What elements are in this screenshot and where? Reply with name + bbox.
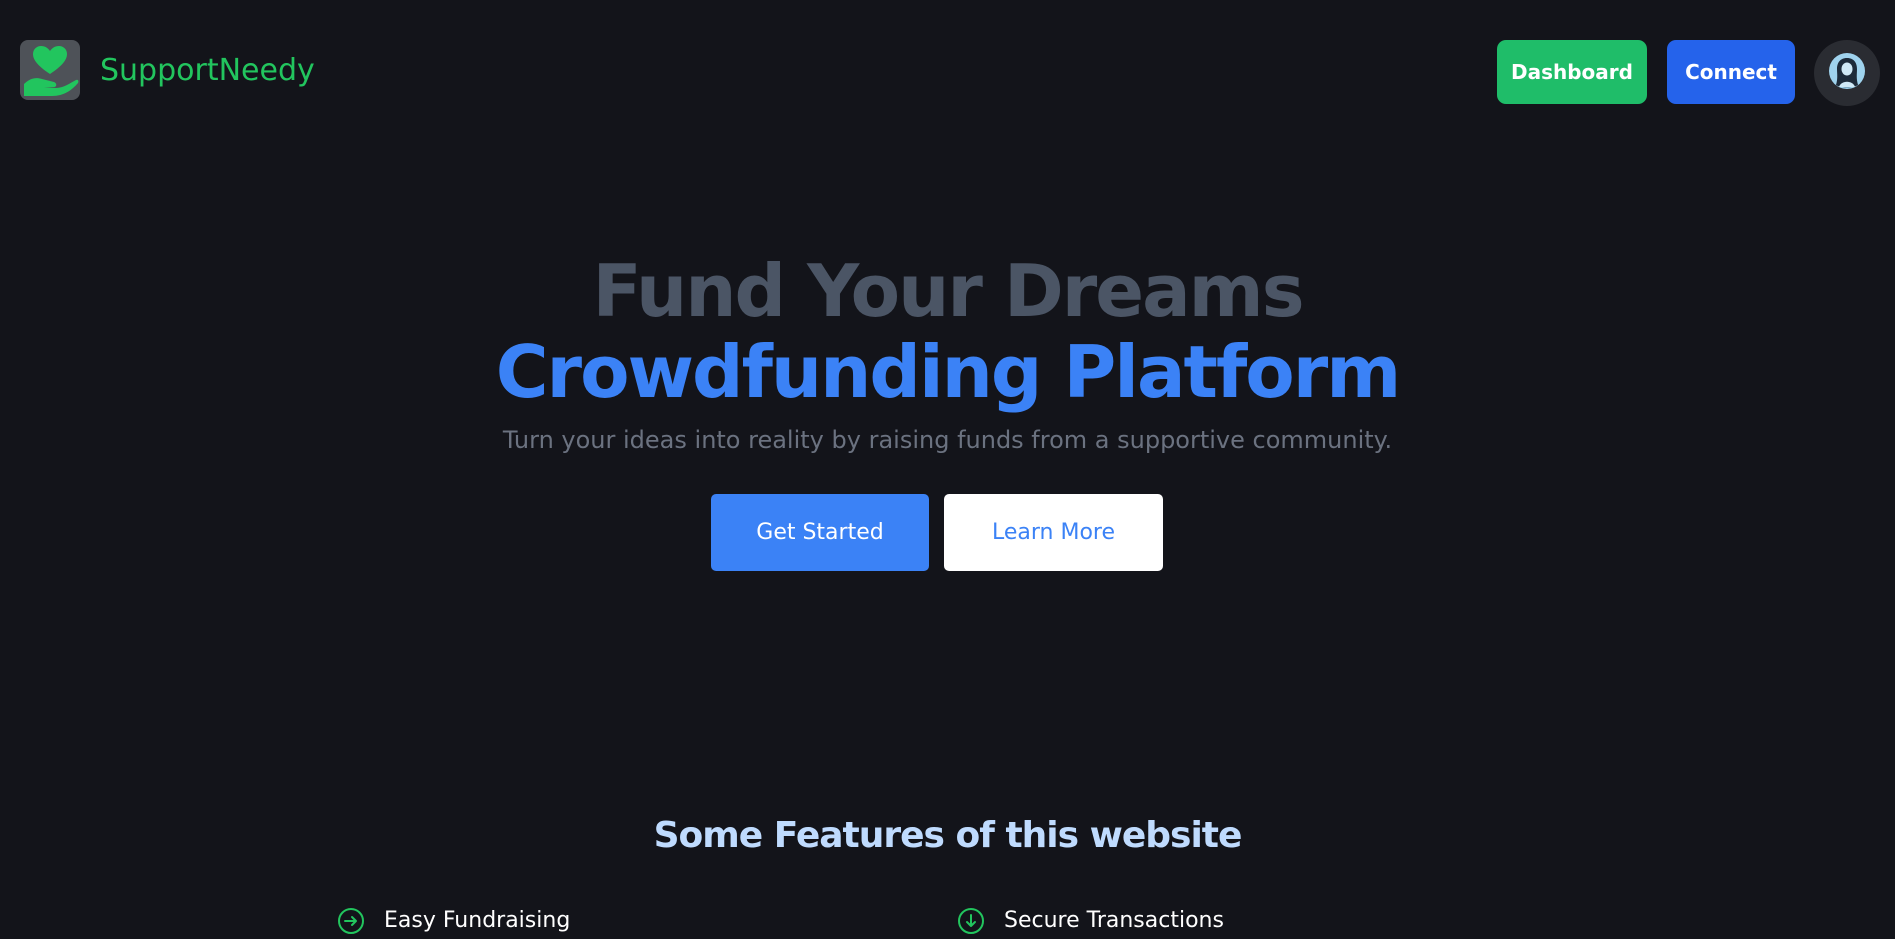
hero-subtitle: Turn your ideas into reality by raising … xyxy=(502,426,1393,454)
feature-label: Secure Transactions xyxy=(1004,908,1224,933)
brand-logo-link[interactable]: SupportNeedy xyxy=(20,40,315,100)
top-navigation: SupportNeedy Dashboard Connect xyxy=(0,0,1895,146)
feature-item-secure-transactions: Secure Transactions xyxy=(956,903,1224,939)
features-heading: Some Features of this website xyxy=(653,815,1243,856)
get-started-button[interactable]: Get Started xyxy=(711,494,929,571)
feature-item-easy-fundraising: Easy Fundraising xyxy=(336,903,570,939)
user-avatar-icon xyxy=(1828,52,1866,94)
dashboard-button[interactable]: Dashboard xyxy=(1497,40,1647,104)
arrow-right-circle-icon xyxy=(336,906,366,936)
learn-more-button[interactable]: Learn More xyxy=(944,494,1163,571)
heart-hand-icon xyxy=(20,40,80,100)
hero-title-line-1: Fund Your Dreams xyxy=(592,249,1304,333)
connect-button[interactable]: Connect xyxy=(1667,40,1795,104)
hero-title-line-2: Crowdfunding Platform xyxy=(495,330,1402,414)
feature-label: Easy Fundraising xyxy=(384,908,571,933)
user-avatar-button[interactable] xyxy=(1814,40,1880,106)
brand-name: SupportNeedy xyxy=(100,52,315,88)
hero-section: Fund Your Dreams Crowdfunding Platform T… xyxy=(0,248,1895,456)
arrow-down-circle-icon xyxy=(956,906,986,936)
